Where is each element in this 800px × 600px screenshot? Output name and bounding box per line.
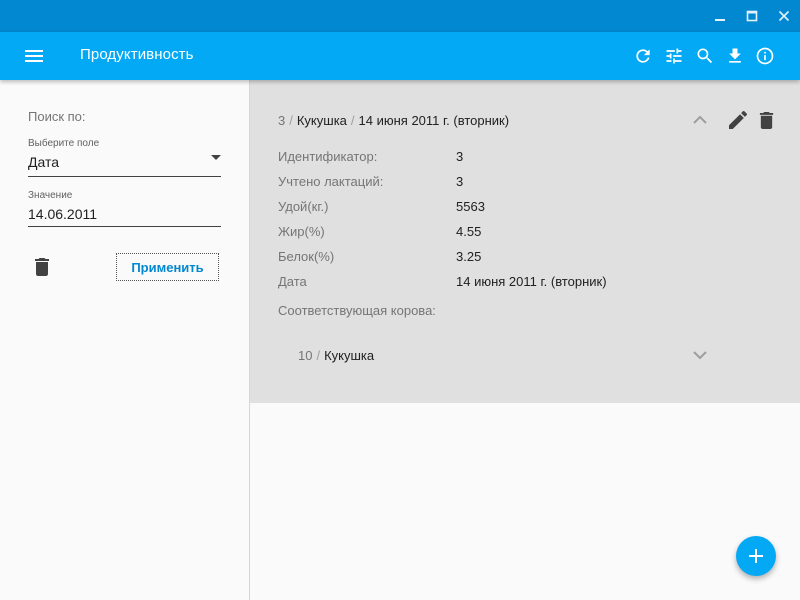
- delete-icon[interactable]: [34, 258, 50, 276]
- field-value: 4.55: [456, 224, 482, 239]
- download-icon[interactable]: [723, 44, 747, 68]
- record-id: 3: [278, 113, 286, 128]
- value-field-input[interactable]: 14.06.2011: [28, 206, 97, 222]
- field-value: 3: [456, 149, 464, 164]
- delete-icon[interactable]: [755, 109, 777, 131]
- field-label: Идентификатор:: [278, 149, 378, 164]
- tune-icon[interactable]: [662, 44, 686, 68]
- field-label: Удой(кг.): [278, 199, 329, 214]
- menu-icon[interactable]: [20, 44, 48, 68]
- app-title: Продуктивность: [80, 46, 194, 63]
- window-titlebar: [0, 0, 800, 32]
- related-cow-name: Кукушка: [324, 348, 375, 363]
- search-sidebar: Поиск по: Выберите поле Дата Значение 14…: [0, 80, 250, 600]
- breadcrumb-separator: /: [316, 348, 321, 363]
- field-label: Учтено лактаций:: [278, 174, 384, 189]
- field-select-value: Дата: [28, 154, 60, 170]
- field-value: 3: [456, 174, 464, 189]
- value-field[interactable]: Значение 14.06.2011: [28, 190, 221, 227]
- add-button[interactable]: [736, 536, 776, 576]
- search-by-label: Поиск по:: [28, 109, 86, 124]
- field-select-label: Выберите поле: [28, 138, 100, 149]
- field-label: Белок(%): [278, 249, 335, 264]
- record-panel: 3/Кукушка/14 июня 2011 г. (вторник) Иден…: [250, 80, 800, 403]
- field-value: 5563: [456, 199, 485, 214]
- minimize-icon[interactable]: [705, 0, 735, 32]
- breadcrumb-separator: /: [289, 113, 293, 128]
- search-icon[interactable]: [693, 44, 717, 68]
- chevron-up-icon[interactable]: [689, 109, 711, 131]
- edit-icon[interactable]: [727, 109, 749, 131]
- maximize-icon[interactable]: [737, 0, 767, 32]
- refresh-icon[interactable]: [631, 44, 655, 68]
- field-label: Дата: [278, 274, 307, 289]
- plus-icon: [749, 549, 763, 563]
- field-select[interactable]: Выберите поле Дата: [28, 138, 221, 177]
- related-cow-breadcrumb[interactable]: 10/Кукушка: [298, 348, 374, 363]
- info-icon[interactable]: [753, 44, 777, 68]
- field-value: 3.25: [456, 249, 482, 264]
- field-value: 14 июня 2011 г. (вторник): [456, 274, 607, 289]
- related-cow-id: 10: [298, 348, 313, 363]
- apply-button[interactable]: Применить: [116, 253, 219, 281]
- field-label: Жир(%): [278, 224, 325, 239]
- chevron-down-icon: [211, 155, 221, 160]
- value-field-label: Значение: [28, 190, 73, 201]
- record-cow-name: Кукушка: [296, 113, 347, 128]
- chevron-down-icon[interactable]: [689, 344, 711, 366]
- related-cow-label: Соответствующая корова:: [278, 303, 436, 318]
- app-bar: Продуктивность: [0, 32, 800, 80]
- record-date: 14 июня 2011 г. (вторник): [358, 113, 510, 128]
- close-icon[interactable]: [769, 0, 799, 32]
- record-breadcrumb: 3/Кукушка/14 июня 2011 г. (вторник): [278, 113, 509, 128]
- breadcrumb-separator: /: [350, 113, 355, 128]
